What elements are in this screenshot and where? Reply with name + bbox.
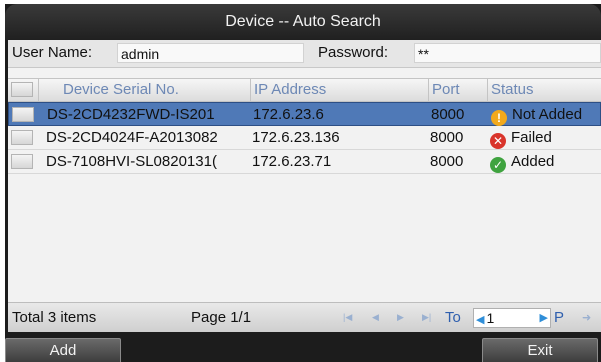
auto-search-dialog: Device -- Auto Search User Name: admin P… [5, 4, 601, 362]
status-cell: ! Not Added [491, 103, 601, 126]
exit-button[interactable]: Exit [482, 338, 598, 362]
status-text: Added [511, 153, 555, 170]
page-number-value: 1 [486, 310, 495, 326]
password-field[interactable]: ** [414, 43, 601, 63]
credentials-row: User Name: admin Password: ** [8, 40, 601, 68]
table-header: Device Serial No. IP Address Port Status [8, 78, 601, 102]
status-text: Failed [511, 129, 552, 146]
search-panel: User Name: admin Password: ** Device Ser… [8, 40, 601, 332]
status-cell: ✕ Failed [490, 126, 601, 149]
page-indicator: Page 1/1 [191, 309, 252, 326]
port-cell: 8000 [431, 106, 465, 123]
table-row[interactable]: DS-2CD4024F-A2013082 172.6.23.136 8000 ✕… [8, 126, 601, 150]
pagination-bar: Total 3 items Page 1/1 |◀ ◀ ▶ ▶| To ◀ 1 ▶… [8, 302, 601, 332]
page-suffix: P [554, 309, 565, 326]
check-icon: ✓ [490, 157, 506, 173]
page-number-input[interactable]: ◀ 1 ▶ [473, 308, 551, 328]
row-checkbox[interactable] [11, 154, 33, 169]
row-checkbox[interactable] [12, 107, 34, 122]
page-increment-icon[interactable]: ▶ [540, 309, 548, 327]
username-field[interactable]: admin [117, 43, 304, 63]
ip-cell: 172.6.23.136 [252, 129, 340, 146]
column-header-port[interactable]: Port [428, 79, 487, 101]
total-items: Total 3 items [12, 309, 97, 326]
password-label: Password: [318, 44, 389, 61]
first-page-icon[interactable]: |◀ [343, 312, 352, 323]
select-all-checkbox[interactable] [11, 82, 33, 97]
row-checkbox[interactable] [11, 130, 33, 145]
last-page-icon[interactable]: ▶| [422, 312, 431, 323]
bottom-toolbar: Add Exit [5, 333, 601, 362]
next-page-icon[interactable]: ▶ [397, 312, 404, 323]
ip-cell: 172.6.23.6 [253, 106, 324, 123]
to-label: To [445, 309, 461, 326]
status-text: Not Added [512, 106, 583, 123]
status-cell: ✓ Added [490, 150, 601, 173]
serial-cell: DS-2CD4024F-A2013082 [46, 129, 218, 146]
ip-cell: 172.6.23.71 [252, 153, 332, 170]
prev-page-icon[interactable]: ◀ [372, 312, 379, 323]
add-button[interactable]: Add [5, 338, 121, 362]
column-header-ip[interactable]: IP Address [250, 79, 428, 101]
port-cell: 8000 [430, 129, 464, 146]
serial-cell: DS-2CD4232FWD-IS201 [47, 106, 215, 123]
table-row[interactable]: DS-2CD4232FWD-IS201 172.6.23.6 8000 ! Not… [8, 102, 601, 126]
port-cell: 8000 [430, 153, 464, 170]
table-row[interactable]: DS-7108HVI-SL0820131( 172.6.23.71 8000 ✓… [8, 150, 601, 174]
dialog-title: Device -- Auto Search [5, 4, 601, 40]
error-icon: ✕ [490, 133, 506, 149]
column-header-serial[interactable]: Device Serial No. [38, 79, 250, 101]
go-arrow-icon[interactable]: ➜ [582, 311, 591, 324]
username-label: User Name: [12, 44, 93, 61]
page-decrement-icon[interactable]: ◀ [476, 314, 484, 326]
serial-cell: DS-7108HVI-SL0820131( [46, 153, 217, 170]
column-header-status[interactable]: Status [487, 79, 601, 101]
warning-icon: ! [491, 110, 507, 126]
